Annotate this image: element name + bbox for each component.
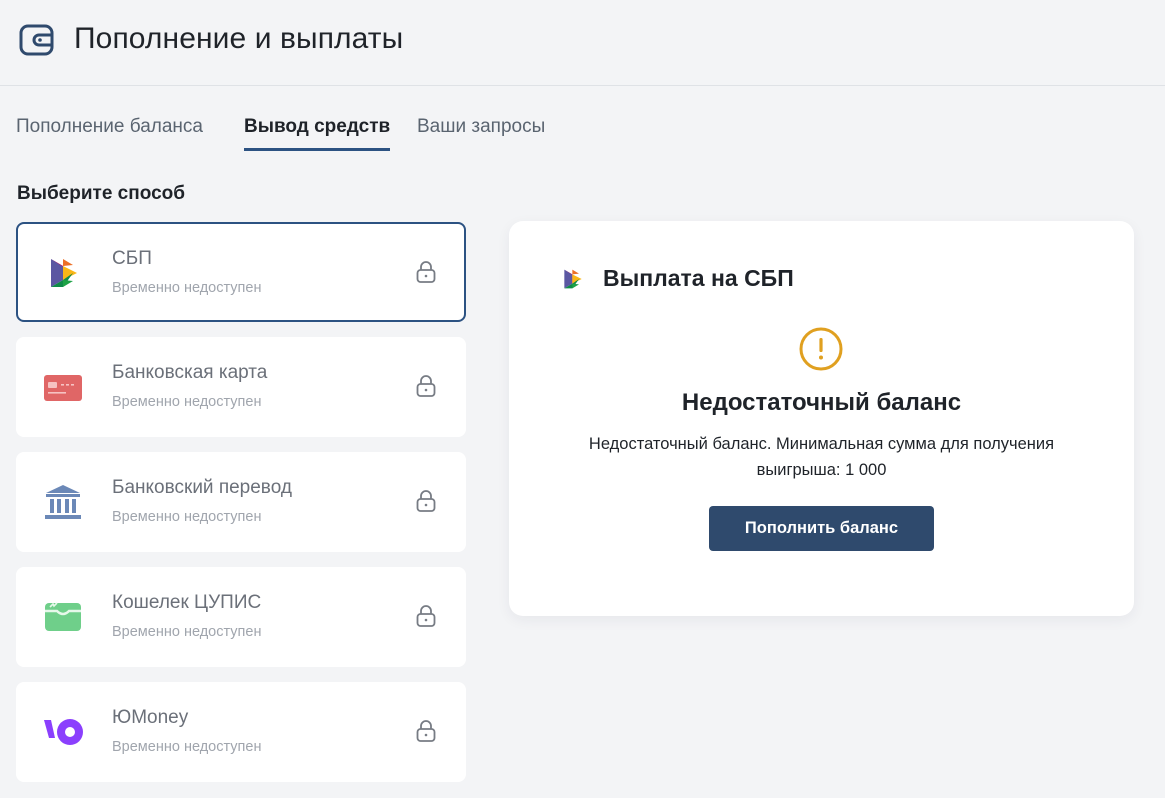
warning-title: Недостаточный баланс bbox=[681, 389, 962, 416]
method-name: Банковская карта bbox=[112, 362, 268, 383]
bank-card-icon bbox=[44, 375, 82, 401]
method-status: Временно недоступен bbox=[112, 739, 262, 755]
method-status: Временно недоступен bbox=[112, 394, 262, 410]
tab-requests[interactable]: Ваши запросы bbox=[417, 116, 545, 148]
tab-withdrawal[interactable]: Вывод средств bbox=[244, 116, 391, 151]
bank-building-icon bbox=[45, 485, 81, 519]
lock-icon bbox=[416, 490, 436, 512]
payout-panel: Выплата на СБП Недостаточный баланс Недо… bbox=[509, 221, 1134, 616]
cupis-wallet-icon bbox=[45, 602, 81, 631]
method-name: Кошелек ЦУПИС bbox=[112, 592, 262, 613]
page-header: Пополнение и выплаты bbox=[0, 0, 1165, 86]
method-bank-transfer[interactable]: Банковский перевод Временно недоступен bbox=[16, 452, 466, 552]
lock-icon bbox=[416, 261, 436, 283]
warning-icon bbox=[799, 327, 843, 371]
wallet-icon bbox=[19, 24, 54, 56]
warning-text: Недостаточный баланс. Минимальная сумма … bbox=[588, 435, 1055, 479]
method-status: Временно недоступен bbox=[112, 509, 262, 525]
method-sbp[interactable]: СБП Временно недоступен bbox=[16, 222, 466, 322]
method-cupis-wallet[interactable]: Кошелек ЦУПИС Временно недоступен bbox=[16, 567, 466, 667]
sbp-logo-icon bbox=[564, 269, 582, 289]
method-yumoney[interactable]: ЮMoney Временно недоступен bbox=[16, 682, 466, 782]
method-bank-card[interactable]: Банковская карта Временно недоступен bbox=[16, 337, 466, 437]
method-status: Временно недоступен bbox=[112, 280, 262, 296]
tab-deposit[interactable]: Пополнение баланса bbox=[16, 116, 203, 148]
method-name: ЮMoney bbox=[112, 707, 189, 728]
lock-icon bbox=[416, 605, 436, 627]
top-up-balance-button[interactable]: Пополнить баланс bbox=[709, 506, 934, 551]
section-label: Выберите способ bbox=[17, 183, 185, 204]
method-status: Временно недоступен bbox=[112, 624, 262, 640]
yumoney-logo-icon bbox=[44, 719, 83, 745]
page-title: Пополнение и выплаты bbox=[74, 22, 404, 55]
sbp-logo-icon bbox=[51, 259, 77, 287]
lock-icon bbox=[416, 375, 436, 397]
method-name: СБП bbox=[112, 248, 152, 269]
lock-icon bbox=[416, 720, 436, 742]
panel-title: Выплата на СБП bbox=[603, 265, 794, 291]
method-name: Банковский перевод bbox=[112, 477, 292, 498]
